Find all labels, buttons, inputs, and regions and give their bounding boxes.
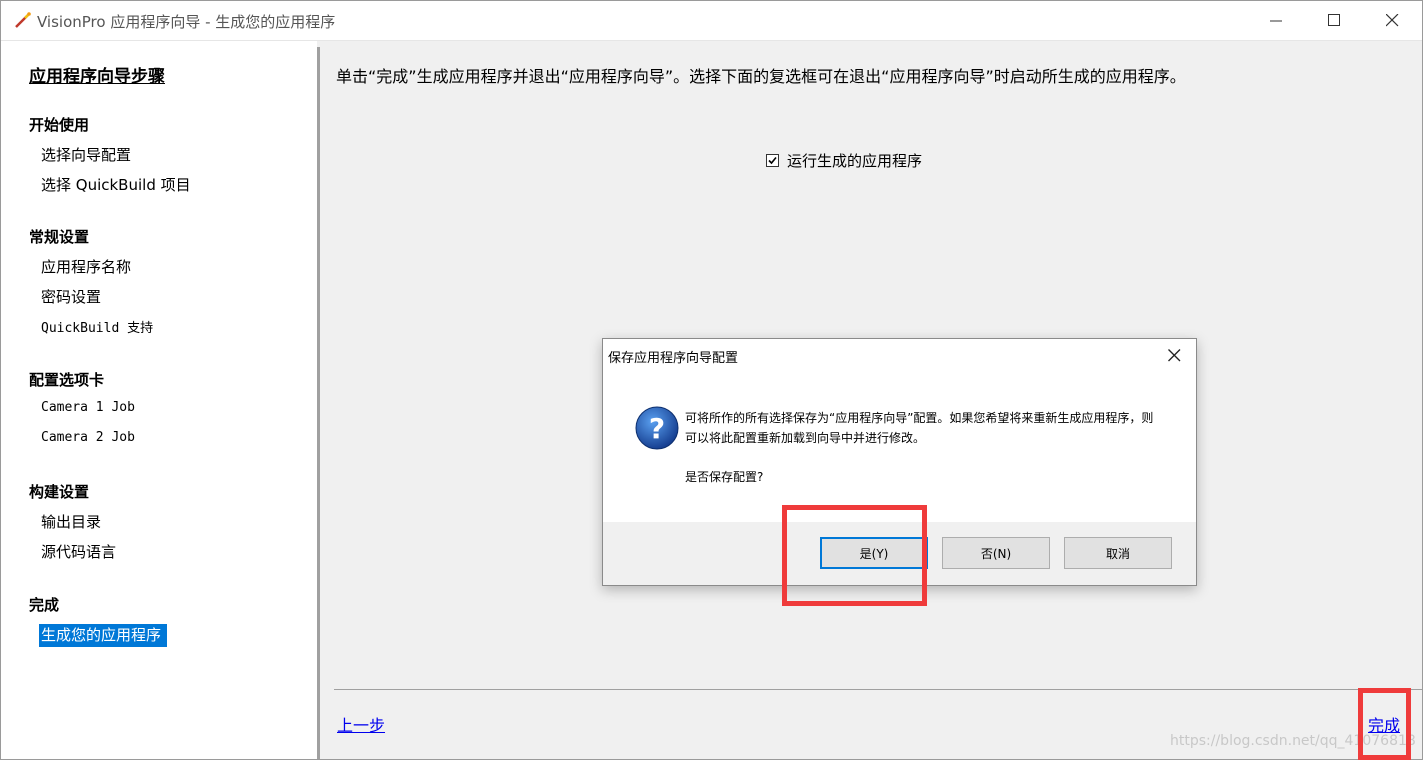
minimize-icon — [1270, 20, 1282, 22]
maximize-button[interactable] — [1306, 1, 1364, 40]
close-button[interactable] — [1364, 1, 1422, 40]
wizard-steps-sidebar: 应用程序向导步骤 开始使用 选择向导配置 选择 QuickBuild 项目 常规… — [1, 41, 317, 759]
checkmark-icon — [768, 156, 777, 165]
no-button[interactable]: 否(N) — [942, 537, 1050, 569]
step-application-name[interactable]: 应用程序名称 — [41, 256, 131, 277]
svg-text:?: ? — [649, 412, 665, 445]
question-icon: ? — [635, 406, 679, 450]
sidebar-heading: 应用程序向导步骤 — [29, 67, 165, 87]
run-app-checkbox[interactable] — [766, 154, 779, 167]
dialog-close-button[interactable] — [1159, 346, 1189, 366]
section-general-settings: 常规设置 — [29, 228, 90, 246]
previous-step-link[interactable]: 上一步 — [337, 712, 385, 736]
section-finish: 完成 — [29, 596, 60, 614]
footer-divider — [334, 689, 1422, 690]
step-source-language[interactable]: 源代码语言 — [41, 541, 116, 562]
dialog-question: 是否保存配置? — [685, 470, 764, 484]
section-config-tabs: 配置选项卡 — [29, 371, 105, 389]
step-quickbuild-support[interactable]: QuickBuild 支持 — [41, 317, 153, 336]
wand-icon — [15, 12, 31, 28]
run-app-checkbox-label: 运行生成的应用程序 — [787, 152, 923, 170]
highlight-box-yes — [782, 505, 927, 606]
window-title: VisionPro 应用程序向导 - 生成您的应用程序 — [37, 13, 336, 31]
dialog-message: 可将所作的所有选择保存为“应用程序向导”配置。如果您希望将来重新生成应用程序，则… — [685, 411, 1154, 445]
cancel-button[interactable]: 取消 — [1064, 537, 1172, 569]
title-bar: VisionPro 应用程序向导 - 生成您的应用程序 — [1, 1, 1422, 41]
instruction-text: 单击“完成”生成应用程序并退出“应用程序向导”。选择下面的复选框可在退出“应用程… — [336, 67, 1186, 86]
step-camera-2-job[interactable]: Camera 2 Job — [41, 430, 135, 445]
highlight-box-finish — [1358, 688, 1411, 760]
section-build-settings: 构建设置 — [29, 483, 90, 501]
step-output-directory[interactable]: 输出目录 — [41, 511, 101, 532]
step-generate-application[interactable]: 生成您的应用程序 — [39, 624, 168, 647]
dialog-title: 保存应用程序向导配置 — [608, 351, 739, 366]
run-app-checkbox-row[interactable]: 运行生成的应用程序 — [766, 150, 922, 171]
step-camera-1-job[interactable]: Camera 1 Job — [41, 400, 135, 415]
step-password-settings[interactable]: 密码设置 — [41, 286, 101, 307]
maximize-icon — [1328, 14, 1340, 26]
step-select-wizard-config[interactable]: 选择向导配置 — [41, 144, 131, 165]
minimize-button[interactable] — [1248, 1, 1306, 40]
step-select-quickbuild-project[interactable]: 选择 QuickBuild 项目 — [41, 174, 191, 195]
close-icon — [1386, 14, 1399, 27]
section-getting-started: 开始使用 — [29, 116, 90, 134]
close-icon — [1168, 349, 1181, 362]
sidebar-divider — [317, 47, 320, 759]
